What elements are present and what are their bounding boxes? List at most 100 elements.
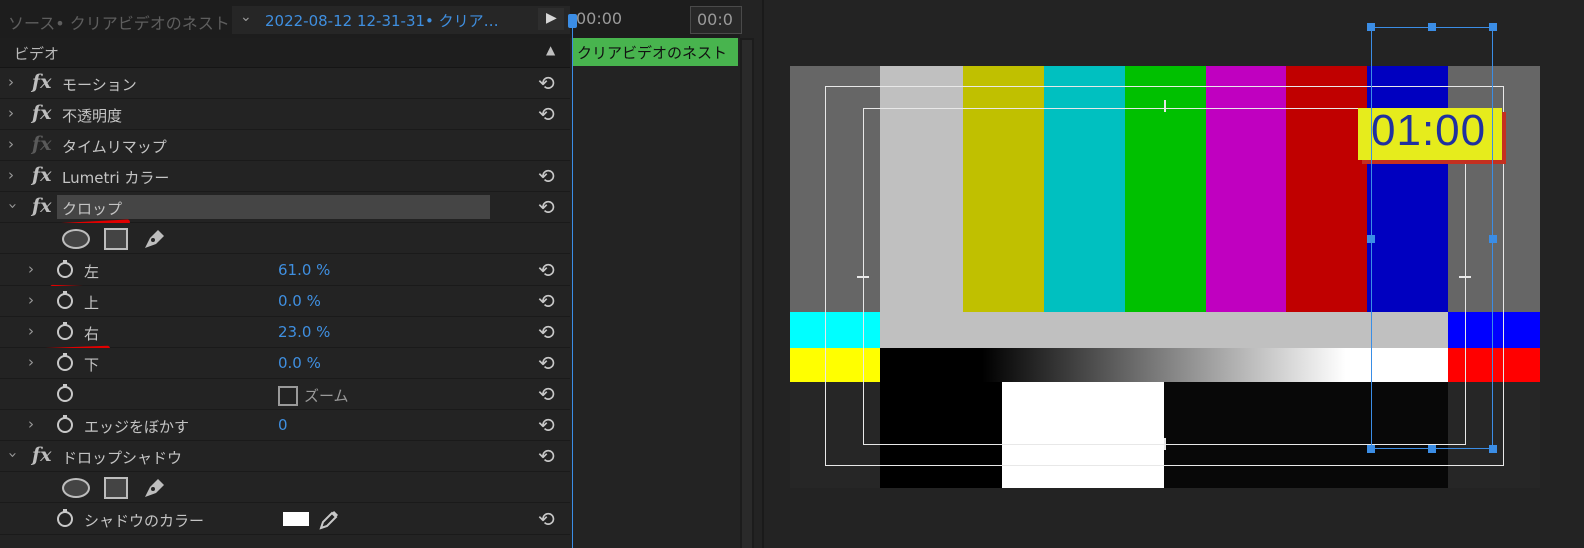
effect-name: モーション — [62, 76, 137, 94]
timecode-end: 00:0 — [697, 10, 733, 29]
param-row-top[interactable]: › 上 0.0 % ⟲ — [0, 286, 570, 317]
transform-handle[interactable] — [1489, 235, 1497, 243]
reset-icon[interactable]: ⟲ — [538, 382, 555, 406]
clip-name[interactable]: 2022-08-12 12-31-31• クリア… — [265, 10, 499, 31]
reset-icon[interactable]: ⟲ — [538, 507, 555, 531]
transform-handle[interactable] — [1489, 445, 1497, 453]
param-row-left[interactable]: › 左 61.0 % ⟲ — [0, 255, 570, 286]
expand-chevron-icon[interactable]: › — [28, 353, 34, 371]
reset-icon[interactable]: ⟲ — [538, 351, 555, 375]
stopwatch-icon[interactable] — [56, 260, 74, 278]
param-name: シャドウのカラー — [84, 512, 205, 530]
param-value[interactable]: 61.0 % — [278, 261, 330, 279]
transform-handle[interactable] — [1428, 445, 1436, 453]
rectangle-mask-icon[interactable] — [104, 477, 128, 499]
effect-row-crop[interactable]: › fx クロップ ⟲ — [0, 192, 570, 223]
stopwatch-icon[interactable] — [56, 384, 74, 402]
stopwatch-icon[interactable] — [56, 353, 74, 371]
color-swatch[interactable] — [283, 512, 309, 526]
transform-handle[interactable] — [1428, 23, 1436, 31]
param-row-feather[interactable]: › エッジをぼかす 0 ⟲ — [0, 410, 570, 441]
chevron-down-icon[interactable]: ⌄ — [240, 9, 252, 25]
reset-icon[interactable]: ⟲ — [538, 289, 555, 313]
scrollbar-thumb[interactable] — [742, 40, 752, 548]
reset-icon[interactable]: ⟲ — [538, 102, 555, 126]
stopwatch-icon[interactable] — [56, 291, 74, 309]
param-name: 下 — [84, 356, 100, 374]
effect-row-lumetri[interactable]: › fx Lumetri カラー ⟲ — [0, 161, 570, 192]
playhead-handle[interactable] — [568, 14, 577, 28]
zoom-checkbox[interactable] — [278, 386, 298, 406]
rectangle-mask-icon[interactable] — [104, 228, 128, 250]
transform-bounding-box[interactable] — [1371, 27, 1493, 449]
expand-chevron-icon[interactable]: › — [8, 104, 14, 122]
param-value[interactable]: 0.0 % — [278, 354, 321, 372]
pen-mask-icon[interactable] — [142, 475, 168, 499]
center-tick — [1164, 438, 1166, 450]
stopwatch-icon[interactable] — [56, 415, 74, 433]
expand-chevron-icon[interactable]: › — [8, 135, 14, 153]
effect-row-opacity[interactable]: › fx 不透明度 ⟲ — [0, 99, 570, 130]
effect-name: タイムリマップ — [62, 138, 167, 156]
fx-icon[interactable]: fx — [32, 444, 52, 466]
video-section-header[interactable]: ビデオ ▲ — [0, 38, 570, 68]
transform-handle[interactable] — [1489, 23, 1497, 31]
expand-chevron-icon[interactable]: › — [28, 260, 34, 278]
param-row-shadow-color[interactable]: シャドウのカラー ⟲ — [0, 504, 570, 535]
eyedropper-icon[interactable] — [318, 509, 340, 531]
reset-icon[interactable]: ⟲ — [538, 413, 555, 437]
reset-icon[interactable]: ⟲ — [538, 71, 555, 95]
source-tab[interactable]: ソース• クリアビデオのネスト — [8, 10, 230, 34]
effect-timeline: 00:00 00:0 クリアビデオのネスト — [570, 0, 742, 548]
playhead-line[interactable] — [572, 14, 573, 548]
transform-handle[interactable] — [1367, 23, 1375, 31]
transform-handle[interactable] — [1367, 235, 1375, 243]
ellipse-mask-icon[interactable] — [62, 478, 90, 498]
fx-icon[interactable]: fx — [32, 102, 52, 124]
reset-icon[interactable]: ⟲ — [538, 195, 555, 219]
stopwatch-icon[interactable] — [56, 322, 74, 340]
param-name: 右 — [84, 325, 100, 343]
effect-row-time-remap[interactable]: › fx タイムリマップ — [0, 130, 570, 161]
timeline-ruler[interactable]: 00:00 00:0 — [570, 0, 742, 38]
expand-chevron-icon[interactable]: › — [8, 73, 14, 91]
fx-icon[interactable]: fx — [32, 71, 52, 93]
param-name: 上 — [84, 294, 100, 312]
reset-icon[interactable]: ⟲ — [538, 258, 555, 282]
param-value[interactable]: 23.0 % — [278, 323, 330, 341]
expand-chevron-icon[interactable]: › — [28, 322, 34, 340]
param-name: エッジをぼかす — [84, 418, 190, 436]
ellipse-mask-icon[interactable] — [62, 229, 90, 249]
expand-chevron-icon[interactable]: › — [8, 166, 14, 184]
collapse-up-icon[interactable]: ▲ — [546, 43, 555, 57]
param-value[interactable]: 0 — [278, 416, 288, 434]
effect-controls-panel: ソース• クリアビデオのネスト ⌄ 2022-08-12 12-31-31• ク… — [0, 0, 570, 548]
effect-name: Lumetri カラー — [62, 169, 170, 187]
expand-chevron-icon[interactable]: › — [4, 452, 22, 458]
param-row-zoom[interactable]: ズーム ⟲ — [0, 379, 570, 410]
timecode-start: 00:00 — [576, 9, 623, 28]
effect-row-motion[interactable]: › fx モーション ⟲ — [0, 68, 570, 99]
param-row-right[interactable]: › 右 23.0 % ⟲ — [0, 317, 570, 348]
timeline-clip[interactable]: クリアビデオのネスト — [572, 38, 738, 66]
center-tick — [1164, 100, 1166, 112]
expand-chevron-icon[interactable]: › — [28, 415, 34, 433]
transform-handle[interactable] — [1367, 445, 1375, 453]
fx-icon[interactable]: fx — [32, 164, 52, 186]
fx-icon: fx — [32, 133, 52, 155]
timecode-end-box[interactable]: 00:0 — [690, 6, 742, 34]
expand-chevron-icon[interactable]: › — [4, 203, 22, 209]
expand-chevron-icon[interactable]: › — [28, 291, 34, 309]
mask-tools-row — [0, 223, 570, 254]
param-row-bottom[interactable]: › 下 0.0 % ⟲ — [0, 348, 570, 379]
reset-icon[interactable]: ⟲ — [538, 164, 555, 188]
fx-icon[interactable]: fx — [32, 195, 52, 217]
play-button[interactable]: ▶ — [538, 8, 564, 30]
reset-icon[interactable]: ⟲ — [538, 320, 555, 344]
stopwatch-icon[interactable] — [56, 509, 74, 527]
pen-mask-icon[interactable] — [142, 226, 168, 250]
reset-icon[interactable]: ⟲ — [538, 444, 555, 468]
effect-row-drop-shadow[interactable]: › fx ドロップシャドウ ⟲ — [0, 441, 570, 472]
mask-tools-row — [0, 472, 570, 503]
param-value[interactable]: 0.0 % — [278, 292, 321, 310]
